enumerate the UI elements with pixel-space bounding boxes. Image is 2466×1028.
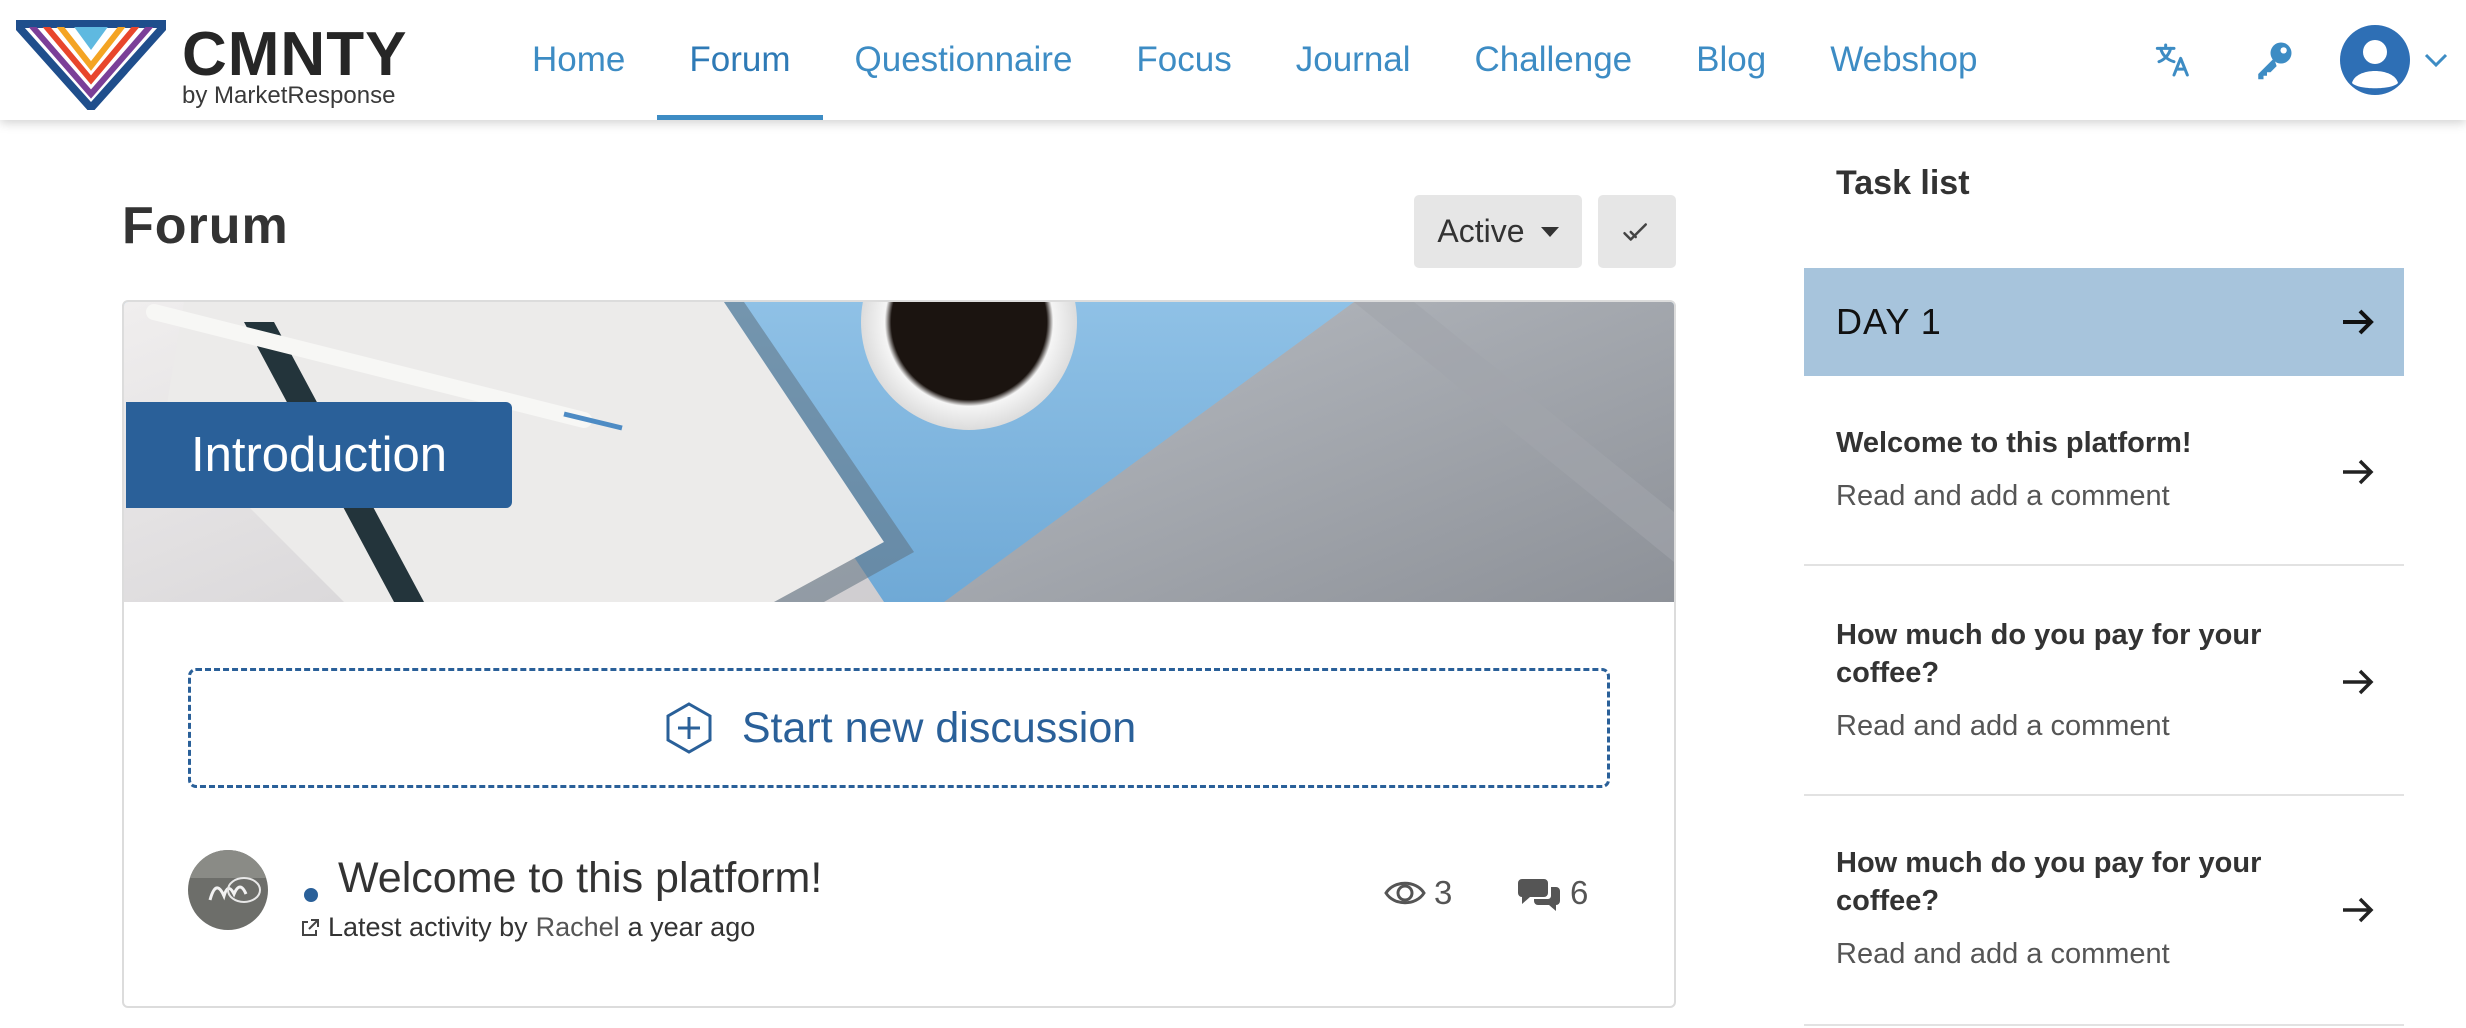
nav-journal[interactable]: Journal: [1264, 0, 1443, 120]
comments-icon: [1518, 879, 1560, 911]
task-action: Read and add a comment: [1836, 938, 2170, 970]
user-menu[interactable]: [2340, 22, 2450, 98]
task-action: Read and add a comment: [1836, 710, 2170, 742]
user-avatar-icon: [2340, 25, 2410, 95]
top-navigation-bar: CMNTY by MarketResponse Home Forum Quest…: [0, 0, 2466, 120]
nav-home[interactable]: Home: [500, 0, 657, 120]
start-new-discussion-button[interactable]: Start new discussion: [188, 668, 1610, 788]
task-day-header[interactable]: DAY 1: [1804, 268, 2404, 376]
task-name: Welcome to this platform!: [1836, 427, 2192, 459]
page-title: Forum: [122, 197, 289, 255]
discussion-row: Welcome to this platform! Latest activit…: [188, 850, 1628, 990]
category-title: Introduction: [126, 402, 512, 508]
arrow-right-icon: [2343, 459, 2374, 485]
meta-prefix: Latest activity by: [328, 912, 528, 942]
nav-webshop[interactable]: Webshop: [1798, 0, 2009, 120]
task-name: How much do you pay for your coffee?: [1836, 619, 2262, 689]
activity-time: a year ago: [627, 912, 756, 942]
brand-name: CMNTY: [182, 20, 408, 89]
arrow-right-icon: [2343, 669, 2374, 695]
comments-value: 6: [1570, 874, 1589, 911]
task-name: How much do you pay for your coffee?: [1836, 847, 2262, 917]
author-link[interactable]: Rachel: [536, 912, 620, 943]
main-nav: Home Forum Questionnaire Focus Journal C…: [500, 0, 2009, 120]
views-value: 3: [1434, 874, 1453, 911]
double-check-icon: [1623, 222, 1647, 241]
add-hexagon-icon: [666, 702, 712, 754]
category-banner-image[interactable]: Introduction: [124, 302, 1674, 602]
task-item[interactable]: Welcome to this platform! Read and add a…: [1804, 376, 2404, 566]
brand-tagline: by MarketResponse: [182, 82, 396, 109]
nav-focus[interactable]: Focus: [1104, 0, 1263, 120]
translate-icon[interactable]: [2148, 34, 2200, 86]
eye-icon: [1384, 881, 1426, 905]
author-avatar[interactable]: [188, 850, 268, 930]
start-discussion-label: Start new discussion: [741, 703, 1137, 752]
discussion-title[interactable]: Welcome to this platform!: [338, 854, 822, 903]
nav-blog[interactable]: Blog: [1664, 0, 1798, 120]
cmnty-logo[interactable]: CMNTY by MarketResponse: [16, 10, 416, 110]
comments-count: 6: [1516, 874, 1588, 912]
forum-category-card: Introduction Start new discussion Welcom…: [122, 300, 1676, 1008]
mark-all-read-button[interactable]: [1598, 195, 1676, 268]
nav-challenge[interactable]: Challenge: [1443, 0, 1665, 120]
diamond-logo-icon: [16, 20, 166, 110]
key-icon[interactable]: [2248, 34, 2300, 86]
day-label: DAY 1: [1836, 301, 1942, 342]
task-item[interactable]: How much do you pay for your coffee? Rea…: [1804, 566, 2404, 796]
task-item[interactable]: How much do you pay for your coffee? Rea…: [1804, 796, 2404, 1026]
nav-forum[interactable]: Forum: [657, 0, 823, 120]
arrow-right-icon: [2343, 897, 2374, 923]
task-list-title: Task list: [1836, 164, 1970, 202]
unread-indicator: [304, 888, 318, 902]
filter-selected-value: Active: [1437, 213, 1525, 249]
task-action: Read and add a comment: [1836, 480, 2170, 512]
chevron-down-icon: [2424, 53, 2448, 68]
views-count: 3: [1384, 874, 1452, 912]
external-link-icon: [302, 918, 319, 936]
discussion-meta: Latest activity by Rachel a year ago: [300, 912, 755, 943]
nav-questionnaire[interactable]: Questionnaire: [823, 0, 1105, 120]
caret-down-icon: [1540, 226, 1559, 237]
arrow-right-icon: [2343, 309, 2374, 335]
status-filter-dropdown[interactable]: Active: [1414, 195, 1582, 268]
